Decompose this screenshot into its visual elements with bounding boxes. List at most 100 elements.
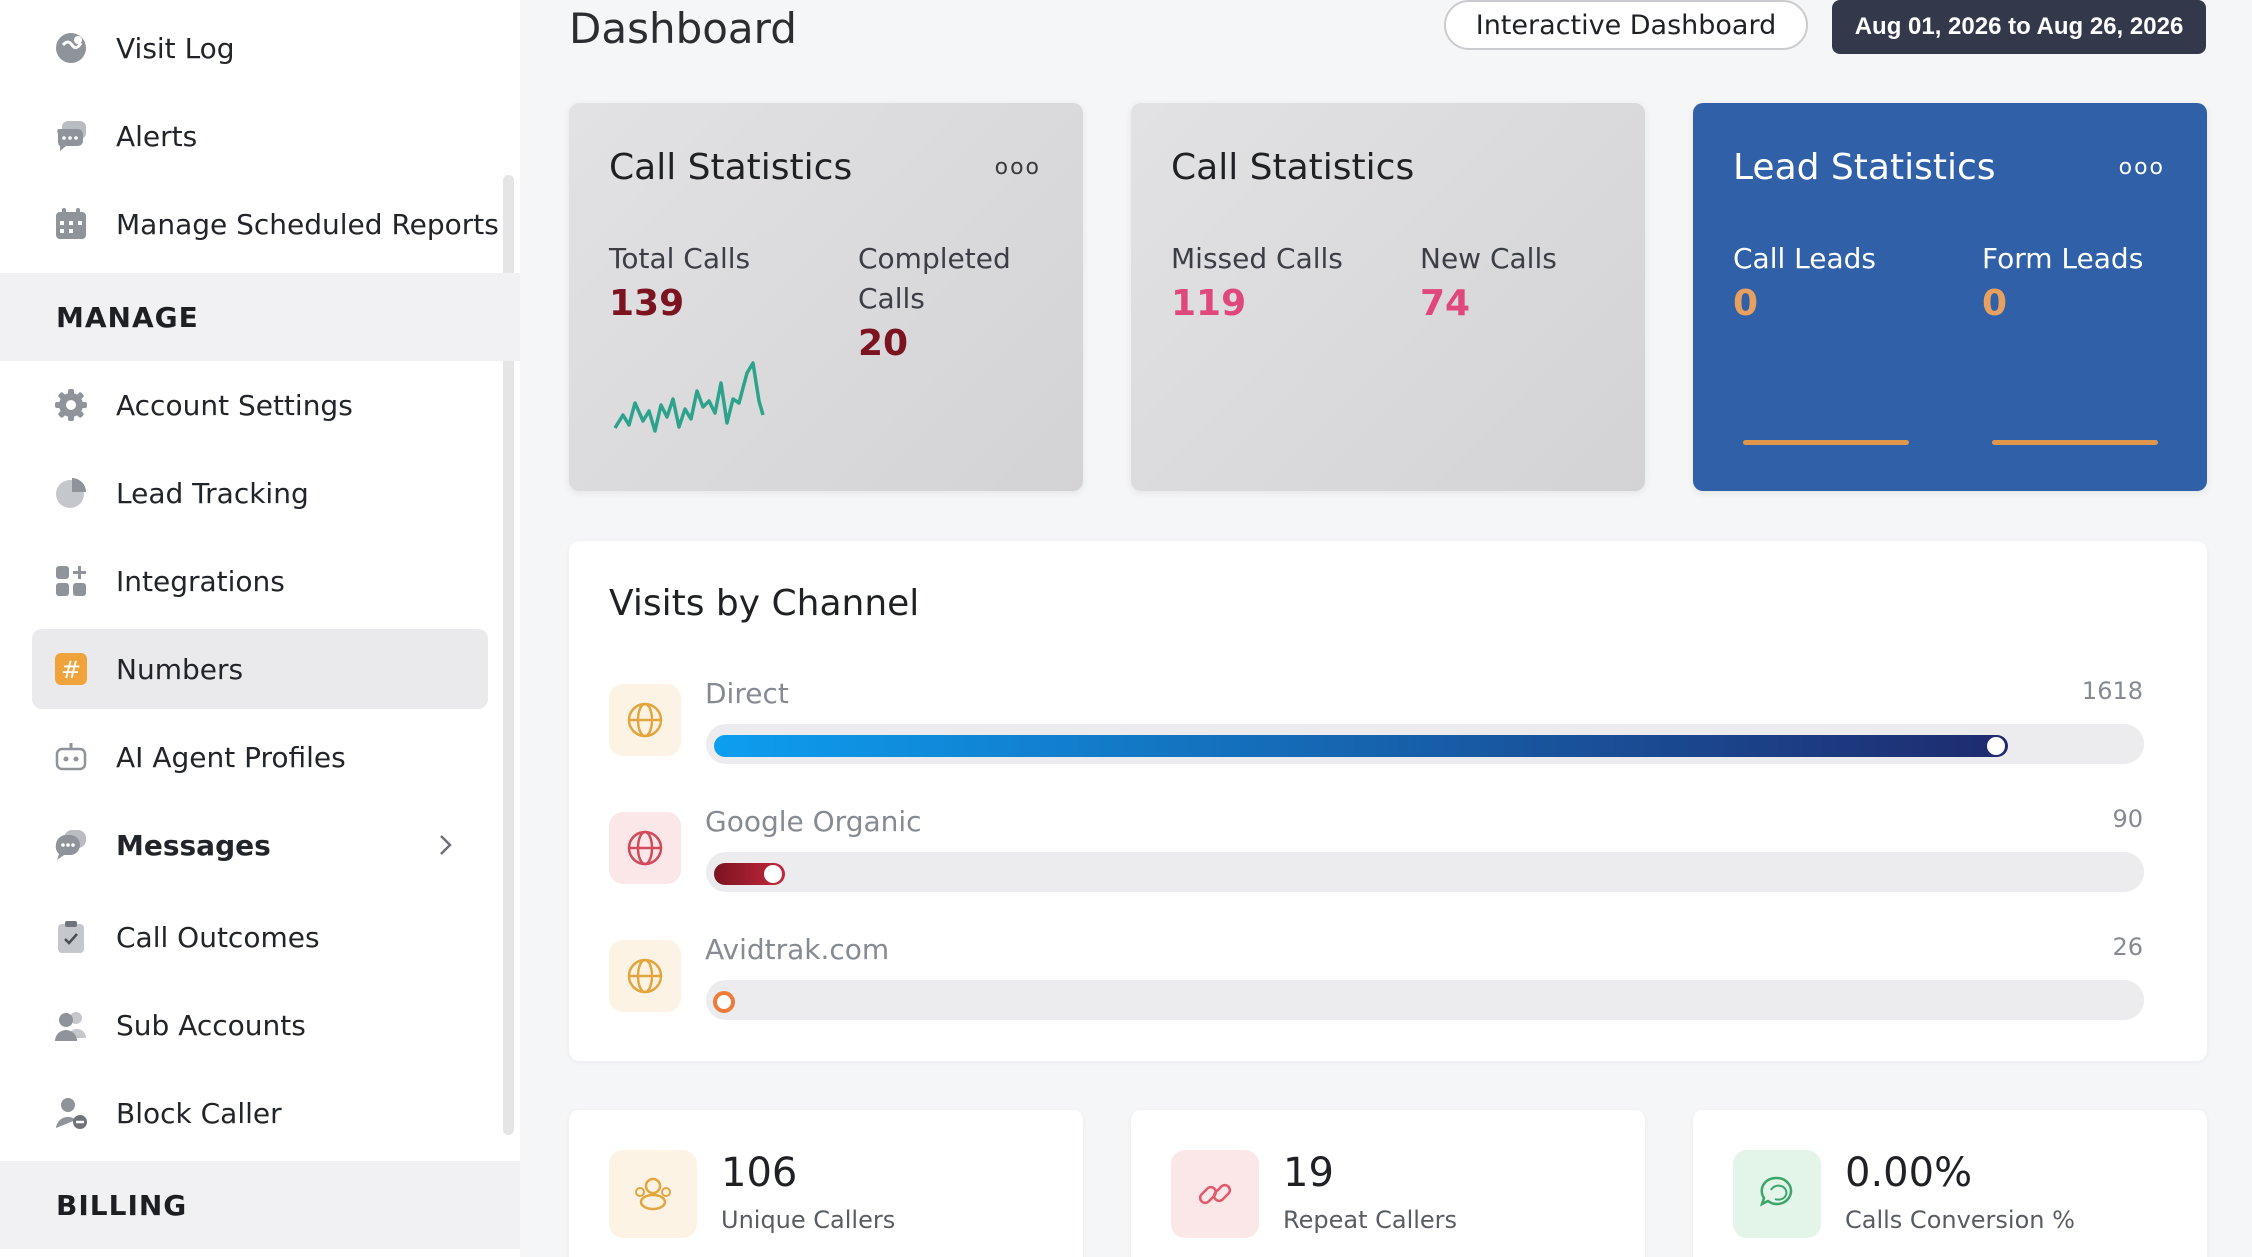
- sidebar-item-label: Sub Accounts: [116, 1008, 306, 1042]
- channel-progress-fill: [714, 863, 785, 885]
- page-title: Dashboard: [569, 4, 797, 53]
- date-range-button[interactable]: Aug 01, 2026 to Aug 26, 2026: [1832, 0, 2206, 54]
- chat-bubble-icon: [54, 119, 88, 153]
- completed-calls-value: 20: [858, 323, 909, 364]
- channel-progress-fill: [714, 735, 2008, 757]
- progress-knob: [764, 865, 782, 883]
- more-options-icon[interactable]: ooo: [2119, 155, 2165, 180]
- apps-plus-icon: [54, 564, 88, 598]
- sidebar-item-label: Account Settings: [116, 388, 353, 422]
- sidebar-item-visit-log[interactable]: Visit Log: [32, 8, 488, 88]
- chat-icon: [1733, 1150, 1821, 1238]
- section-header-manage: MANAGE: [0, 273, 520, 361]
- new-calls-label: New Calls: [1420, 242, 1557, 275]
- visits-title: Visits by Channel: [609, 583, 920, 624]
- sidebar-item-label: AI Agent Profiles: [116, 740, 346, 774]
- repeat-callers-value: 19: [1283, 1150, 1334, 1196]
- completed-calls-label: Completed Calls: [858, 239, 1011, 319]
- interactive-dashboard-button[interactable]: Interactive Dashboard: [1444, 0, 1808, 50]
- channel-name: Avidtrak.com: [705, 933, 890, 966]
- visits-by-channel-panel: Visits by Channel Direct 1618 Google Org…: [569, 541, 2207, 1061]
- calls-conversion-value: 0.00%: [1845, 1150, 1973, 1196]
- channel-progress-track: [706, 724, 2144, 764]
- channel-progress-track: [706, 852, 2144, 892]
- sidebar-item-manage-scheduled-reports[interactable]: Manage Scheduled Reports: [32, 184, 499, 264]
- sidebar-item-account-settings[interactable]: Account Settings: [32, 365, 488, 445]
- missed-calls-label: Missed Calls: [1171, 242, 1343, 275]
- form-leads-value: 0: [1982, 283, 2008, 324]
- call-statistics-card-2: Call Statistics Missed Calls 119 New Cal…: [1131, 103, 1645, 491]
- hash-icon: #: [54, 652, 88, 686]
- unique-callers-card: 106 Unique Callers: [569, 1110, 1083, 1257]
- robot-icon: [54, 740, 88, 774]
- progress-knob: [713, 991, 735, 1013]
- channel-value: 90: [2112, 805, 2143, 833]
- sidebar-item-label: Alerts: [116, 119, 198, 153]
- call-leads-value: 0: [1733, 283, 1759, 324]
- link-icon: [1171, 1150, 1259, 1238]
- globe-icon: [627, 702, 663, 738]
- sidebar-item-label: Visit Log: [116, 31, 235, 65]
- card-title: Lead Statistics: [1733, 147, 1996, 188]
- completed-label-line-2: Calls: [858, 282, 925, 315]
- repeat-callers-label: Repeat Callers: [1283, 1206, 1458, 1234]
- section-label: MANAGE: [56, 300, 199, 334]
- sidebar-item-label: Call Outcomes: [116, 920, 320, 954]
- unique-callers-label: Unique Callers: [721, 1206, 896, 1234]
- sidebar-item-label: Manage Scheduled Reports: [116, 207, 499, 241]
- user-block-icon: [54, 1096, 88, 1130]
- total-calls-sparkline: [613, 361, 765, 433]
- completed-label-line-1: Completed: [858, 242, 1011, 275]
- calendar-icon: [54, 207, 88, 241]
- sidebar-item-label: Integrations: [116, 564, 285, 598]
- svg-text:#: #: [61, 656, 81, 684]
- messages-icon: [54, 828, 88, 862]
- pie-chart-icon: [54, 476, 88, 510]
- globe-icon: [627, 958, 663, 994]
- channel-name: Direct: [705, 677, 789, 710]
- sidebar-item-sub-accounts[interactable]: Sub Accounts: [32, 985, 488, 1065]
- unique-callers-value: 106: [721, 1150, 798, 1196]
- sidebar-item-lead-tracking[interactable]: Lead Tracking: [32, 453, 488, 533]
- sidebar-item-call-outcomes[interactable]: Call Outcomes: [32, 897, 488, 977]
- channel-google-icon-box: [609, 812, 681, 884]
- sidebar-item-alerts[interactable]: Alerts: [32, 96, 488, 176]
- sidebar-item-block-caller[interactable]: Block Caller: [32, 1073, 488, 1153]
- gear-icon: [54, 388, 88, 422]
- new-calls-value: 74: [1420, 283, 1471, 324]
- section-label: BILLING: [56, 1188, 188, 1222]
- channel-direct-icon-box: [609, 684, 681, 756]
- channel-value: 26: [2112, 933, 2143, 961]
- sidebar-item-label: Block Caller: [116, 1096, 282, 1130]
- clipboard-check-icon: [54, 920, 88, 954]
- users-circle-icon: [609, 1150, 697, 1238]
- more-options-icon[interactable]: ooo: [995, 155, 1041, 180]
- call-leads-label: Call Leads: [1733, 242, 1877, 275]
- visit-log-icon: [54, 31, 88, 65]
- lead-statistics-card: Lead Statistics ooo Call Leads 0 Form Le…: [1693, 103, 2207, 491]
- form-leads-label: Form Leads: [1982, 242, 2144, 275]
- sidebar-item-messages[interactable]: Messages: [32, 805, 488, 885]
- channel-value: 1618: [2081, 677, 2143, 705]
- section-header-billing: BILLING: [0, 1161, 520, 1249]
- globe-icon: [627, 830, 663, 866]
- total-calls-label: Total Calls: [609, 242, 751, 275]
- sidebar-item-label: Numbers: [116, 652, 244, 686]
- total-calls-value: 139: [609, 283, 685, 324]
- repeat-callers-card: 19 Repeat Callers: [1131, 1110, 1645, 1257]
- sidebar-item-ai-agent-profiles[interactable]: AI Agent Profiles: [32, 717, 488, 797]
- sidebar-item-label: Messages: [116, 828, 271, 862]
- sidebar-item-integrations[interactable]: Integrations: [32, 541, 488, 621]
- chevron-right-icon[interactable]: [428, 828, 462, 862]
- sidebar: Visit Log Alerts Manage Scheduled Report…: [0, 0, 520, 1257]
- sidebar-item-label: Lead Tracking: [116, 476, 309, 510]
- progress-knob: [1987, 737, 2005, 755]
- sidebar-item-numbers[interactable]: # Numbers: [32, 629, 488, 709]
- call-leads-sparkline: [1743, 440, 1909, 445]
- users-icon: [54, 1008, 88, 1042]
- channel-avidtrak-icon-box: [609, 940, 681, 1012]
- card-title: Call Statistics: [609, 147, 853, 188]
- form-leads-sparkline: [1992, 440, 2158, 445]
- missed-calls-value: 119: [1171, 283, 1247, 324]
- calls-conversion-card: 0.00% Calls Conversion %: [1693, 1110, 2207, 1257]
